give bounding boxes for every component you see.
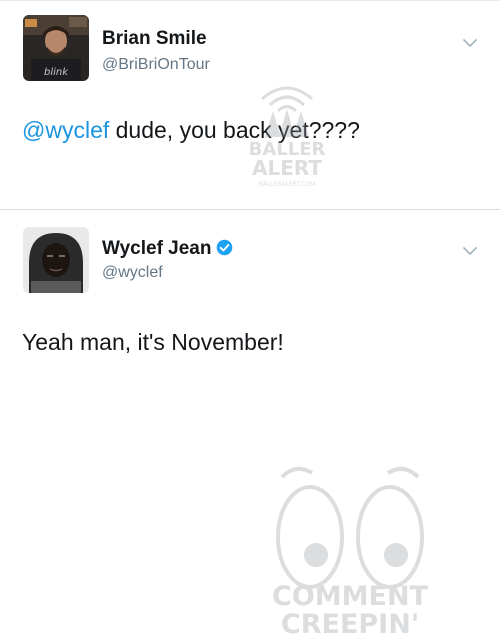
tweet-text-content: dude, you back yet???? [109,117,360,143]
watermark-line2: ALERT [252,156,322,180]
chevron-down-icon[interactable] [462,243,478,259]
tweet-text: @wyclef dude, you back yet???? [22,117,360,144]
avatar-shirt-text: blink [44,67,69,78]
avatar-image [23,227,89,293]
watermark-line2: CREEPIN' [281,609,419,640]
comment-creepin-watermark: COMMENT CREEPIN' [272,466,429,640]
avatar-brian-smile[interactable]: blink [23,15,89,81]
avatar-wyclef-jean[interactable] [23,227,89,293]
user-handle[interactable]: @BriBriOnTour [102,56,210,74]
chevron-down-icon[interactable] [462,35,478,51]
display-name[interactable]: Brian Smile [102,28,207,50]
tweet-brian-smile[interactable]: blink Brian Smile @BriBriOnTour @wyclef … [0,0,500,210]
tweet-text: Yeah man, it's November! [22,329,284,355]
display-name-text: Wyclef Jean [102,238,212,259]
watermark-url: BALLERALERT.COM [259,181,316,188]
watermark-line1: COMMENT [272,581,429,612]
user-handle[interactable]: @wyclef [102,264,163,282]
mention-link[interactable]: @wyclef [22,117,109,143]
verified-badge-icon [217,239,233,256]
display-name[interactable]: Wyclef Jean [102,238,233,260]
avatar-image: blink [23,15,89,81]
tweet-wyclef-jean[interactable]: Wyclef Jean @wyclef Yeah man, it's Novem… [0,209,500,640]
